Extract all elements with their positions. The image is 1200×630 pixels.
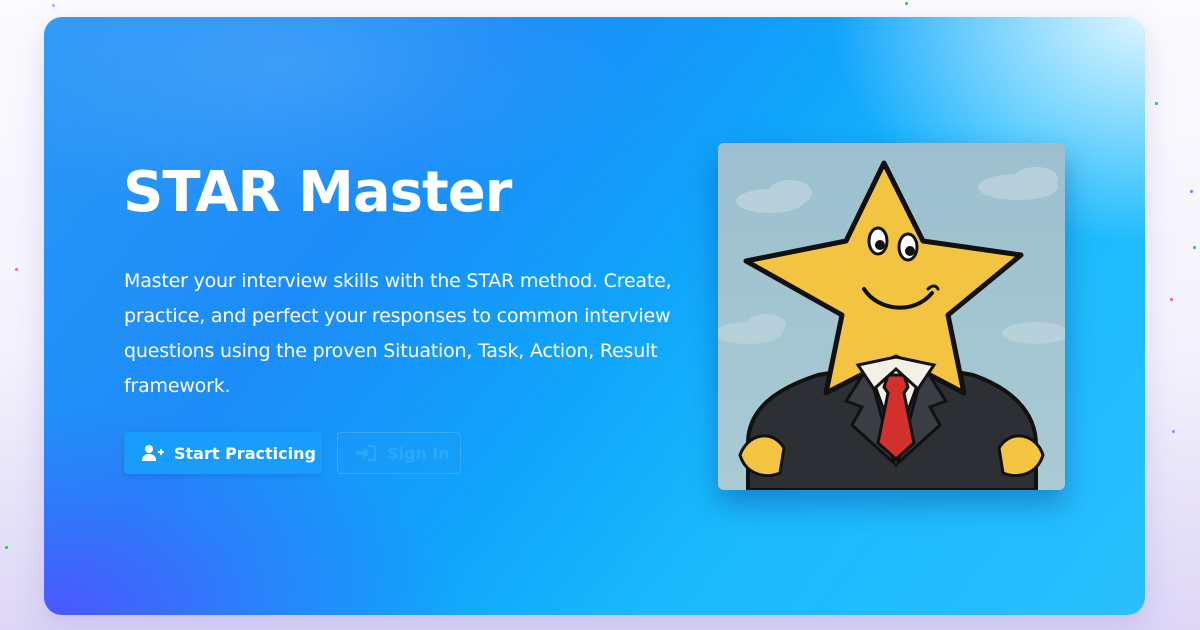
hero-card: STAR Master Master your interview skills…	[44, 17, 1145, 615]
confetti-dot	[905, 2, 908, 5]
user-plus-icon	[142, 444, 164, 462]
sign-in-icon	[355, 444, 377, 462]
confetti-dot	[15, 268, 18, 271]
hero-description: Master your interview skills with the ST…	[124, 270, 672, 397]
confetti-dot	[1172, 430, 1175, 433]
confetti-dot	[1155, 102, 1158, 105]
sign-in-label: Sign In	[387, 443, 450, 463]
page-title: STAR Master	[123, 160, 512, 225]
start-practicing-label: Start Practicing	[174, 443, 316, 463]
confetti-dot	[52, 4, 55, 7]
confetti-dot	[1190, 190, 1193, 193]
confetti-dot	[1170, 298, 1173, 301]
confetti-dot	[5, 546, 8, 549]
sign-in-button[interactable]: Sign In	[337, 432, 461, 474]
confetti-dot	[1193, 246, 1196, 249]
star-mascot-illustration	[718, 143, 1065, 490]
start-practicing-button[interactable]: Start Practicing	[124, 432, 322, 474]
